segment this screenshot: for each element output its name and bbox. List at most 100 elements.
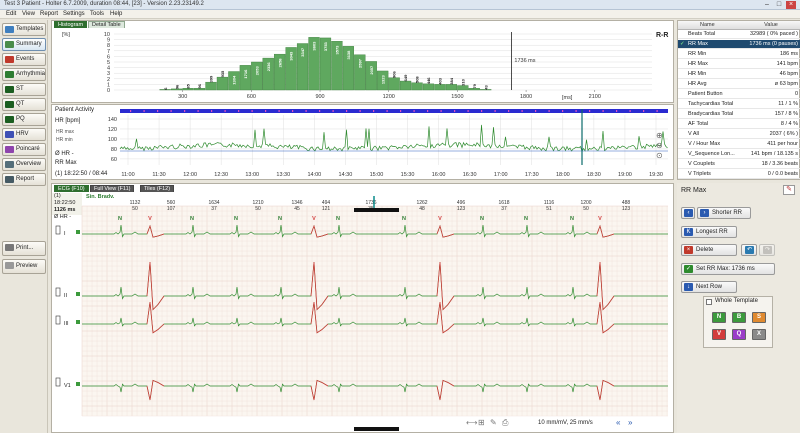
stat-value: 0 / 0.0 beats [767, 171, 798, 177]
shorter-rr-button[interactable]: › Shorter RR [697, 207, 751, 219]
stats-row[interactable]: Patient Button 0 [678, 90, 800, 99]
nav-summary[interactable]: Summary [2, 38, 46, 51]
template-button-x[interactable]: X [752, 329, 766, 340]
delete-button[interactable]: × Delete [681, 244, 737, 256]
beat-label[interactable]: N [524, 216, 528, 222]
beat-label[interactable]: N [190, 216, 194, 222]
stats-row[interactable]: V Couplets 18 / 3.36 beats [678, 160, 800, 169]
hist-xtick: 2100 [589, 94, 601, 100]
hr-interval-label: 50 [255, 206, 261, 212]
activity-mark [265, 110, 267, 112]
previous-rr-button[interactable]: ‹ [681, 207, 695, 219]
template-button-n[interactable]: N [712, 312, 726, 323]
menu-report[interactable]: Report [40, 10, 58, 19]
nav-overview[interactable]: Overview [2, 158, 46, 171]
marker-icon[interactable]: ✎ [490, 418, 497, 427]
beat-label[interactable]: N [480, 216, 484, 222]
hist-bar[interactable] [216, 76, 229, 91]
prev-page-icon[interactable]: « [616, 418, 620, 427]
time-tick: 16:30 [463, 172, 477, 178]
tab-histogram[interactable]: Histogram [54, 21, 88, 28]
nav-st[interactable]: ST [2, 83, 46, 96]
beat-label[interactable]: N [278, 216, 282, 222]
edit-icon[interactable]: ✎ [783, 185, 795, 195]
menu-edit[interactable]: Edit [6, 10, 16, 19]
print-strip-icon[interactable]: ⎙ [502, 418, 508, 428]
beat-label[interactable]: N [118, 216, 122, 222]
zoom-out-icon[interactable]: ⊖ [656, 141, 666, 151]
menu-view[interactable]: View [22, 10, 35, 19]
set-rr-max-button[interactable]: ✓ Set RR Max: 1736 ms [681, 263, 775, 275]
stat-value: 141 bpm [776, 61, 798, 67]
stats-row[interactable]: Beats Total 32989 ( 0% paced ) [678, 30, 800, 39]
nav-icon [5, 101, 14, 108]
stats-row[interactable]: HR Max 141 bpm [678, 60, 800, 69]
beat-label[interactable]: V [148, 216, 152, 222]
stat-value: ø 63 bpm [774, 81, 798, 87]
activity-mark [332, 110, 334, 112]
stats-row[interactable]: ✓ RR Max 1736 ms (0 pauses) [678, 40, 800, 49]
beat-label[interactable]: N [570, 216, 574, 222]
arrow-down-icon: ↓ [684, 283, 693, 291]
undo-button[interactable]: ↶ [741, 244, 757, 256]
stats-row[interactable]: V / Hour Max 411 per hour [678, 140, 800, 149]
stats-row[interactable]: Tachycardias Total 11 / 1 % [678, 100, 800, 109]
nav-pq[interactable]: PQ [2, 113, 46, 126]
nav-events[interactable]: Events [2, 53, 46, 66]
close-button[interactable]: × [786, 1, 796, 9]
whole-template-checkbox[interactable] [706, 299, 712, 305]
caliper-icon[interactable]: ⊞ [478, 418, 485, 427]
zoom-fit-icon[interactable]: ⊙ [656, 151, 666, 161]
menu-help[interactable]: Help [110, 10, 122, 19]
menu-settings[interactable]: Settings [63, 10, 85, 19]
nav-qt[interactable]: QT [2, 98, 46, 111]
nav-report[interactable]: Report [2, 173, 46, 186]
hist-bar[interactable] [365, 61, 377, 91]
template-button-s[interactable]: S [752, 312, 766, 323]
template-button-q[interactable]: Q [732, 329, 746, 340]
tab-detail-table[interactable]: Detail Table [88, 21, 125, 28]
beat-label[interactable]: V [598, 216, 602, 222]
nav-icon [5, 56, 14, 63]
hist-bar[interactable] [399, 80, 412, 91]
nav-arrhythmias[interactable]: Arrhythmias [2, 68, 46, 81]
stats-row[interactable]: V All 2037 ( 6% ) [678, 130, 800, 139]
template-button-b[interactable]: B [732, 312, 746, 323]
stats-row[interactable]: Bradycardias Total 157 / 8 % [678, 110, 800, 119]
activity-mark [184, 110, 186, 112]
menu-tools[interactable]: Tools [90, 10, 104, 19]
ruler-icon[interactable]: ⟷ [466, 418, 477, 427]
longest-rr-button[interactable]: K Longest RR [681, 226, 737, 238]
template-button-v[interactable]: V [712, 329, 726, 340]
minimize-button[interactable]: – [762, 1, 772, 9]
stats-row[interactable]: RR Min 186 ms [678, 50, 800, 59]
next-page-icon[interactable]: » [628, 418, 632, 427]
stats-row[interactable]: HR Avg ø 63 bpm [678, 80, 800, 89]
beat-label[interactable]: V [438, 216, 442, 222]
nav-hrv[interactable]: HRV [2, 128, 46, 141]
redo-button[interactable]: ↷ [759, 244, 775, 256]
activity-mark [197, 110, 199, 112]
activity-mark [562, 110, 564, 112]
nav-poincar[interactable]: Poincaré [2, 143, 46, 156]
beat-label[interactable]: N [336, 216, 340, 222]
stat-name: Tachycardias Total [688, 101, 734, 107]
beat-label[interactable]: N [402, 216, 406, 222]
stat-name: HR Max [688, 61, 708, 67]
zoom-in-icon[interactable]: ⊕ [656, 131, 666, 141]
beat-label[interactable]: V [312, 216, 316, 222]
stat-name: RR Min [688, 51, 707, 57]
stats-row[interactable]: V Triplets 0 / 0.0 beats [678, 170, 800, 179]
beat-label[interactable]: N [234, 216, 238, 222]
calibration-pulse [55, 377, 61, 387]
stats-row[interactable]: V_Sequence Lon... 141 bpm / 18.135 s [678, 150, 800, 159]
stats-row[interactable]: HR Min 46 bpm [678, 70, 800, 79]
stats-row[interactable]: AF Total 8 / 4 % [678, 120, 800, 129]
activity-mark [508, 110, 510, 112]
hist-bar[interactable] [388, 77, 400, 91]
preview-button[interactable]: Preview [2, 259, 46, 274]
print-button[interactable]: Print... [2, 241, 46, 256]
next-row-button[interactable]: ↓ Next Row [681, 281, 737, 293]
nav-templates[interactable]: Templates [2, 23, 46, 36]
maximize-button[interactable]: □ [774, 1, 784, 9]
